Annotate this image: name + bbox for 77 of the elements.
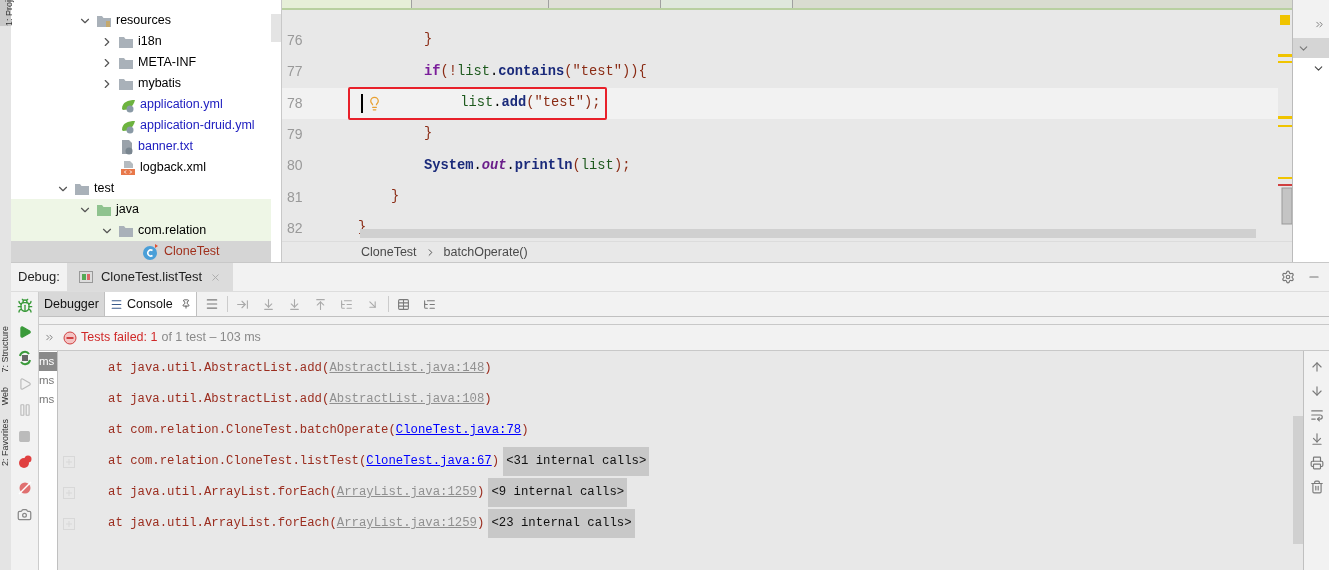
stack-trace-line: at java.util.ArrayList.forEach(ArrayList.java:1259) <23 internal calls> xyxy=(108,509,635,538)
line-number: 77 xyxy=(286,62,304,82)
test-duration[interactable]: ms xyxy=(39,371,57,390)
close-icon[interactable] xyxy=(210,271,222,283)
folder-icon xyxy=(118,55,134,70)
tree-item-label: logback.xml xyxy=(140,159,206,177)
folder-icon xyxy=(96,202,112,217)
tree-item[interactable]: CloneTest xyxy=(11,241,271,262)
session-icon xyxy=(78,271,93,283)
test-summary: of 1 test – 103 ms xyxy=(161,329,261,347)
stack-trace-line: at com.relation.CloneTest.listTest(CloneTest.java:67) <31 internal calls> xyxy=(108,447,650,476)
tree-item[interactable]: i18n xyxy=(11,31,271,52)
tree-item-label: mybatis xyxy=(138,75,182,93)
code-line: System.out.println(list); xyxy=(423,156,631,175)
tree-item-label: com.relation xyxy=(138,222,207,240)
code-line: } xyxy=(390,187,400,206)
text-file-icon xyxy=(120,138,134,155)
panel-tab[interactable]: Debugger xyxy=(39,292,104,316)
expand-icon[interactable] xyxy=(44,332,55,343)
panel-title: Debug: xyxy=(17,268,61,287)
class-icon xyxy=(142,242,160,261)
tree-item[interactable]: test xyxy=(11,178,271,199)
console-icon xyxy=(109,297,123,311)
tree-item-label: application.yml xyxy=(140,96,223,114)
tree-item-label: META-INF xyxy=(138,54,197,72)
tree-item[interactable]: META-INF xyxy=(11,52,271,73)
tree-item-label: resources xyxy=(116,12,171,30)
folder-icon xyxy=(74,181,90,196)
tree-item[interactable]: com.relation xyxy=(11,220,271,241)
folder-icon xyxy=(118,34,134,49)
code-line: list.add("test"); xyxy=(459,93,601,112)
tree-item[interactable]: banner.txt xyxy=(11,136,271,157)
tree-item-label: CloneTest xyxy=(164,243,220,261)
line-number: 80 xyxy=(286,156,304,176)
breadcrumb-item[interactable]: batchOperate() xyxy=(443,242,528,262)
code-line: if(!list.contains("test")){ xyxy=(423,62,647,81)
tree-item[interactable]: mybatis xyxy=(11,73,271,94)
line-number: 79 xyxy=(286,125,304,145)
tree-item-label: banner.txt xyxy=(138,138,193,156)
tree-item[interactable]: application.yml xyxy=(11,94,271,115)
pin-icon[interactable] xyxy=(180,299,191,309)
scrollbar[interactable] xyxy=(1293,416,1303,544)
tree-item[interactable]: logback.xml xyxy=(11,157,271,178)
code-line: } xyxy=(423,31,433,50)
lightbulb-icon[interactable] xyxy=(367,95,382,111)
settings-icon[interactable] xyxy=(1281,270,1295,284)
stack-trace-line: at java.util.AbstractList.add(AbstractList.java:148) xyxy=(108,360,492,378)
tree-item-label: application-druid.yml xyxy=(140,117,255,135)
line-number: 78 xyxy=(286,93,304,113)
failed-icon xyxy=(63,330,77,345)
session-tab[interactable]: CloneTest.listTest xyxy=(66,263,234,291)
breadcrumb-item[interactable]: CloneTest xyxy=(361,242,417,262)
stack-trace-line: at com.relation.CloneTest.batchOperate(CloneTest.java:78) xyxy=(108,422,529,440)
scrollbar[interactable] xyxy=(271,14,281,42)
tree-item-label: java xyxy=(116,201,139,219)
tool-window-button[interactable]: 2: Favorites xyxy=(0,418,11,466)
folder-icon xyxy=(118,76,134,91)
panel-tab[interactable]: Console xyxy=(103,292,197,316)
test-status: Tests failed: 1 xyxy=(81,329,158,347)
line-number: 76 xyxy=(286,31,304,51)
xml-file-icon xyxy=(120,159,136,176)
tree-item[interactable]: application-druid.yml xyxy=(11,115,271,136)
tool-window-button[interactable]: 7: Structure xyxy=(0,326,11,373)
folder-icon xyxy=(96,13,112,28)
tree-item-label: i18n xyxy=(138,33,162,51)
folder-icon xyxy=(118,223,134,238)
test-duration[interactable]: ms xyxy=(39,390,57,409)
tree-item[interactable]: resources xyxy=(11,10,271,31)
stack-trace-line: at java.util.AbstractList.add(AbstractList.java:108) xyxy=(108,391,492,409)
tool-window-button[interactable]: Web xyxy=(0,386,11,405)
code-line: } xyxy=(423,125,433,144)
tree-item[interactable]: java xyxy=(11,199,271,220)
stack-trace-line: at java.util.ArrayList.forEach(ArrayList.java:1259) <9 internal calls> xyxy=(108,478,628,507)
tree-item-label: test xyxy=(94,180,115,198)
text-caret xyxy=(361,93,363,113)
line-number: 82 xyxy=(286,218,304,238)
line-number: 81 xyxy=(286,187,304,207)
